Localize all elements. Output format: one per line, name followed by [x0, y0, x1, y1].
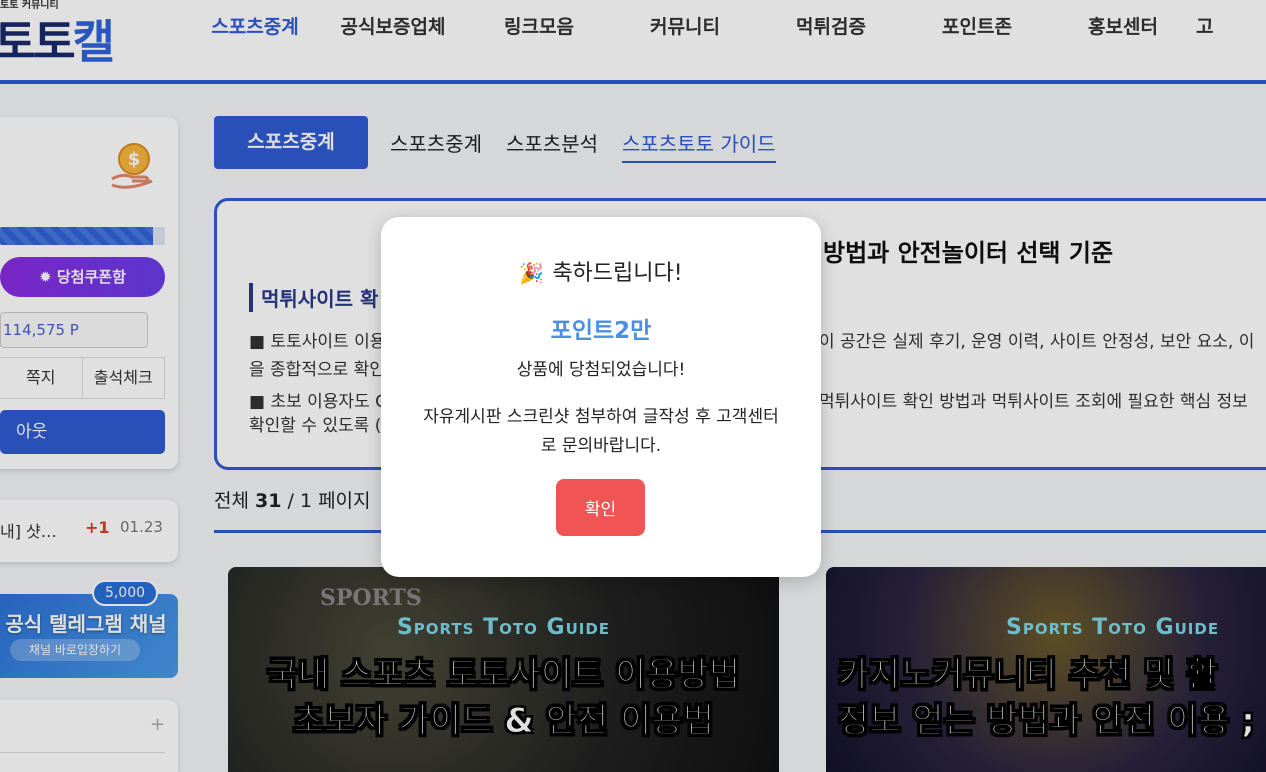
party-popper-icon: 🎉 [519, 261, 545, 285]
modal-message: 상품에 당첨되었습니다! [516, 360, 686, 380]
confirm-button[interactable]: 확인 [556, 479, 645, 536]
modal-prize: 포인트2만 [550, 318, 652, 344]
modal-note: 자유게시판 스크린샷 첨부하여 글작성 후 고객센터로 문의바랍니다. [423, 407, 779, 456]
prize-modal: 🎉 축하드립니다! 포인트2만 상품에 당첨되었습니다! 자유게시판 스크린샷 첨… [381, 217, 821, 577]
modal-title: 🎉 축하드립니다! [519, 261, 683, 286]
